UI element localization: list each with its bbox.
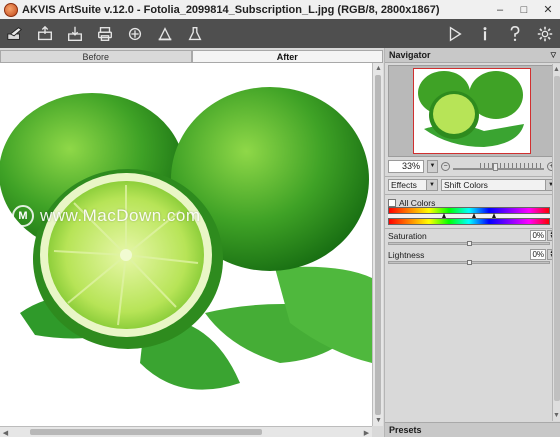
vertical-scroll-thumb[interactable] — [375, 75, 381, 415]
panel-scrollbar[interactable]: ▲ ▼ — [552, 64, 560, 421]
saturation-field[interactable]: 0% — [530, 230, 546, 241]
preferences-icon[interactable] — [530, 19, 560, 48]
lightness-knob[interactable] — [467, 260, 472, 265]
scroll-up-icon[interactable]: ▲ — [552, 64, 560, 75]
window-title: AKVIS ArtSuite v.12.0 - Fotolia_2099814_… — [22, 3, 440, 16]
navigator-header: Navigator ▽ — [385, 48, 560, 63]
navigator-title: Navigator — [389, 50, 431, 60]
chevron-down-icon[interactable]: ▼ — [426, 180, 437, 190]
batch-icon[interactable] — [150, 19, 180, 48]
zoom-dropdown-icon[interactable]: ▼ — [427, 159, 438, 173]
target-spectrum — [388, 218, 550, 225]
all-colors-checkbox[interactable] — [388, 199, 396, 207]
thumbnail-image — [418, 71, 524, 147]
zoom-field[interactable]: 33% — [388, 159, 424, 173]
image-canvas[interactable]: M www.MacDown.com — [0, 63, 372, 426]
effect-value: Shift Colors — [444, 180, 488, 190]
title-bar: AKVIS ArtSuite v.12.0 - Fotolia_2099814_… — [0, 0, 560, 19]
zoom-out-icon[interactable]: − — [441, 161, 450, 171]
maximize-button[interactable]: □ — [512, 0, 536, 19]
canvas-vertical-scrollbar[interactable]: ▲ ▼ — [372, 63, 383, 426]
panel-scroll-thumb[interactable] — [554, 76, 560, 401]
saturation-label: Saturation — [388, 231, 427, 241]
collapse-icon[interactable]: ▽ — [551, 51, 556, 59]
effects-category-value: Effects — [391, 180, 417, 190]
horizontal-scroll-thumb[interactable] — [30, 429, 262, 435]
scroll-down-icon[interactable]: ▼ — [373, 415, 384, 426]
watermark-text: www.MacDown.com — [40, 206, 201, 225]
tab-before[interactable]: Before — [0, 50, 192, 63]
navigator-preview[interactable] — [388, 65, 556, 157]
brush-icon[interactable] — [0, 19, 30, 48]
settings-flask-icon[interactable] — [180, 19, 210, 48]
main-toolbar — [0, 19, 560, 48]
info-icon[interactable] — [470, 19, 500, 48]
lightness-field[interactable]: 0% — [530, 249, 546, 260]
saturation-slider[interactable] — [388, 241, 550, 246]
lightness-slider[interactable] — [388, 260, 550, 265]
zoom-track — [453, 167, 544, 170]
presets-header[interactable]: Presets — [385, 422, 560, 437]
canvas-horizontal-scrollbar[interactable]: ◀ ▶ — [0, 426, 372, 437]
minimize-button[interactable]: – — [488, 0, 512, 19]
run-icon[interactable] — [440, 19, 470, 48]
watermark-logo-icon: M — [12, 205, 34, 227]
scroll-up-icon[interactable]: ▲ — [373, 63, 384, 74]
save-icon[interactable] — [60, 19, 90, 48]
source-spectrum — [388, 207, 550, 214]
open-icon[interactable] — [30, 19, 60, 48]
watermark: M www.MacDown.com — [12, 205, 201, 227]
tab-after[interactable]: After — [191, 50, 383, 63]
app-logo-icon — [4, 2, 18, 17]
share-icon[interactable] — [120, 19, 150, 48]
color-spectrum[interactable] — [388, 207, 550, 225]
scroll-left-icon[interactable]: ◀ — [0, 427, 11, 437]
effects-category-select[interactable]: Effects ▼ — [388, 179, 438, 191]
limes-image — [0, 87, 372, 390]
zoom-slider[interactable]: − + — [441, 161, 556, 171]
right-panel: Navigator ▽ 33% ▼ − + Effects ▼ S — [384, 48, 560, 437]
saturation-knob[interactable] — [467, 241, 472, 246]
zoom-row: 33% ▼ − + — [388, 159, 556, 173]
print-icon[interactable] — [90, 19, 120, 48]
help-icon[interactable] — [500, 19, 530, 48]
close-button[interactable]: ✕ — [536, 0, 560, 19]
navigator-thumbnail[interactable] — [413, 68, 531, 154]
zoom-knob[interactable] — [493, 162, 498, 171]
effect-select[interactable]: Shift Colors ▼ — [441, 179, 557, 191]
scroll-right-icon[interactable]: ▶ — [361, 427, 372, 437]
lightness-label: Lightness — [388, 250, 425, 260]
scroll-down-icon[interactable]: ▼ — [552, 410, 560, 421]
view-tabs: Before After — [0, 50, 383, 63]
